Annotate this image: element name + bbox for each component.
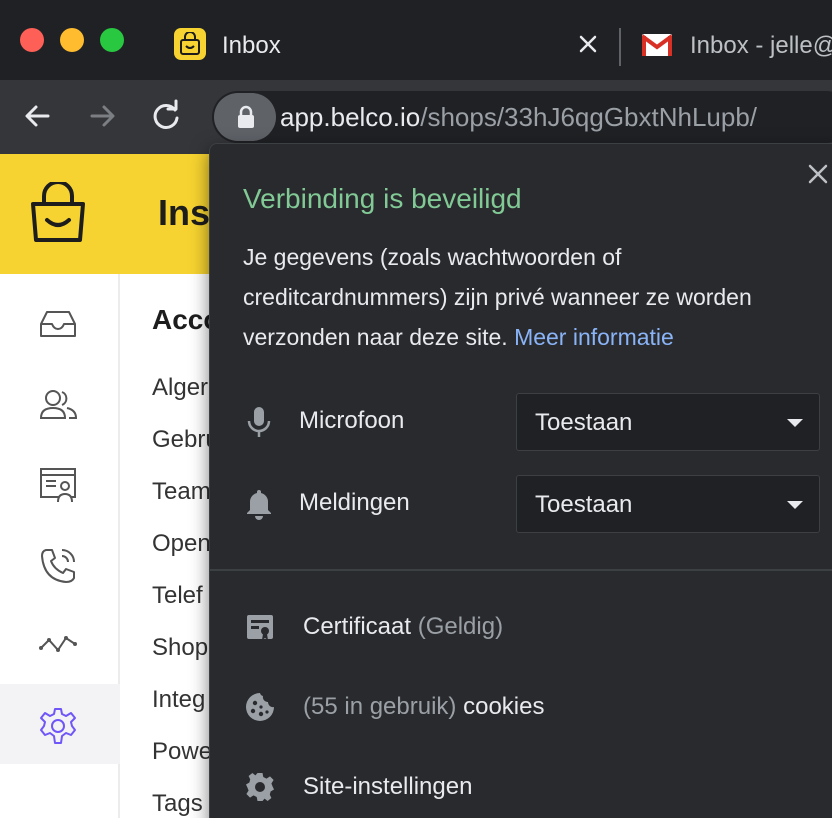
phone-ringing-icon — [41, 549, 75, 583]
url-text: app.belco.io/shops/33hJ6qgGbxtNhLupb/ — [280, 102, 757, 133]
submenu-item[interactable]: Team — [152, 478, 211, 506]
submenu-item[interactable]: Alger — [152, 374, 208, 402]
sidebar-item-calls[interactable] — [0, 524, 120, 604]
select-value: Toestaan — [535, 409, 633, 436]
gear-icon — [40, 708, 76, 744]
users-icon — [39, 390, 78, 419]
permission-row-notifications: Meldingen Toestaan — [210, 475, 832, 533]
window-close-button[interactable] — [20, 28, 44, 52]
cookies-count: (55 in gebruik) — [303, 693, 457, 720]
certificate-icon — [247, 615, 273, 640]
divider — [210, 569, 832, 571]
submenu-item[interactable]: Telef — [152, 582, 203, 610]
belco-favicon-icon — [174, 28, 206, 60]
address-bar[interactable]: app.belco.io/shops/33hJ6qgGbxtNhLupb/ — [212, 91, 832, 143]
reload-icon[interactable] — [148, 98, 184, 134]
cookies-text: (55 in gebruik) cookies — [303, 693, 544, 721]
browser-tab-strip: Inbox Inbox - jelle@ — [0, 0, 832, 80]
submenu-item[interactable]: Powe — [152, 738, 212, 766]
site-info-popup: Verbinding is beveiligd Je gegevens (zoa… — [209, 143, 832, 818]
submenu-item[interactable]: Shop — [152, 634, 208, 662]
site-settings-label: Site-instellingen — [303, 773, 473, 800]
submenu-item[interactable]: Integ — [152, 686, 205, 714]
tab-inbox-active[interactable]: Inbox — [150, 10, 620, 80]
tab-title: Inbox - jelle@ — [690, 32, 832, 59]
forward-arrow-icon[interactable] — [84, 98, 120, 134]
window-minimize-button[interactable] — [60, 28, 84, 52]
submenu-item[interactable]: Open — [152, 530, 211, 558]
site-settings-row[interactable]: Site-instellingen — [210, 763, 832, 813]
page-title: Ins — [158, 192, 211, 233]
window-maximize-button[interactable] — [100, 28, 124, 52]
site-info-button[interactable] — [214, 93, 276, 141]
permission-label: Meldingen — [299, 489, 410, 516]
chevron-down-icon — [787, 501, 803, 509]
certificate-text: Certificaat (Geldig) — [303, 613, 503, 641]
line-chart-icon — [39, 636, 77, 652]
description-text: Je gegevens (zoals wachtwoorden of credi… — [243, 244, 752, 350]
url-host: app.belco.io — [280, 102, 421, 132]
gear-icon — [246, 773, 274, 801]
more-info-link[interactable]: Meer informatie — [514, 324, 674, 350]
certificate-label: Certificaat — [303, 613, 412, 640]
sidebar-item-settings[interactable] — [0, 684, 120, 764]
submenu-title: Acco — [152, 304, 212, 335]
close-icon[interactable] — [806, 162, 830, 186]
sidebar-item-inbox[interactable] — [0, 284, 120, 364]
microphone-permission-select[interactable]: Toestaan — [516, 393, 820, 451]
settings-submenu: Acco Alger Gebru Team Open Telef Shop In… — [122, 274, 212, 818]
sidebar-item-contacts[interactable] — [0, 364, 120, 444]
belco-logo-icon — [31, 182, 85, 242]
submenu-item[interactable]: Gebru — [152, 426, 212, 454]
permission-row-microphone: Microfoon Toestaan — [210, 393, 832, 451]
submenu-item[interactable]: Tags — [152, 790, 203, 818]
certificate-row[interactable]: Certificaat (Geldig) — [210, 603, 832, 653]
tab-separator — [619, 28, 621, 66]
bell-icon — [247, 490, 271, 520]
permission-label: Microfoon — [299, 407, 405, 434]
notifications-permission-select[interactable]: Toestaan — [516, 475, 820, 533]
url-path: /shops/33hJ6qgGbxtNhLupb/ — [420, 102, 758, 132]
cookies-row[interactable]: (55 in gebruik) cookies — [210, 683, 832, 733]
app-sidebar — [0, 274, 120, 818]
tab-title: Inbox — [222, 32, 281, 59]
lock-icon — [238, 105, 254, 128]
microphone-icon — [247, 407, 271, 437]
tab-gmail-inbox[interactable]: Inbox - jelle@ — [622, 10, 832, 80]
connection-description: Je gegevens (zoals wachtwoorden of credi… — [243, 237, 823, 357]
tab-close-icon[interactable] — [576, 32, 600, 56]
cookies-label: cookies — [463, 693, 545, 720]
gmail-favicon-icon — [642, 34, 672, 56]
connection-secure-title: Verbinding is beveiligd — [243, 183, 522, 214]
cookie-icon — [246, 693, 274, 721]
sidebar-item-knowledge[interactable] — [0, 444, 120, 524]
chevron-down-icon — [787, 419, 803, 427]
inbox-tray-icon — [40, 311, 76, 337]
browser-window-user-icon — [40, 468, 76, 503]
certificate-status: (Geldig) — [417, 613, 504, 640]
sidebar-item-analytics[interactable] — [0, 604, 120, 684]
select-value: Toestaan — [535, 491, 633, 518]
back-arrow-icon[interactable] — [20, 98, 56, 134]
site-settings-text: Site-instellingen — [303, 773, 472, 801]
